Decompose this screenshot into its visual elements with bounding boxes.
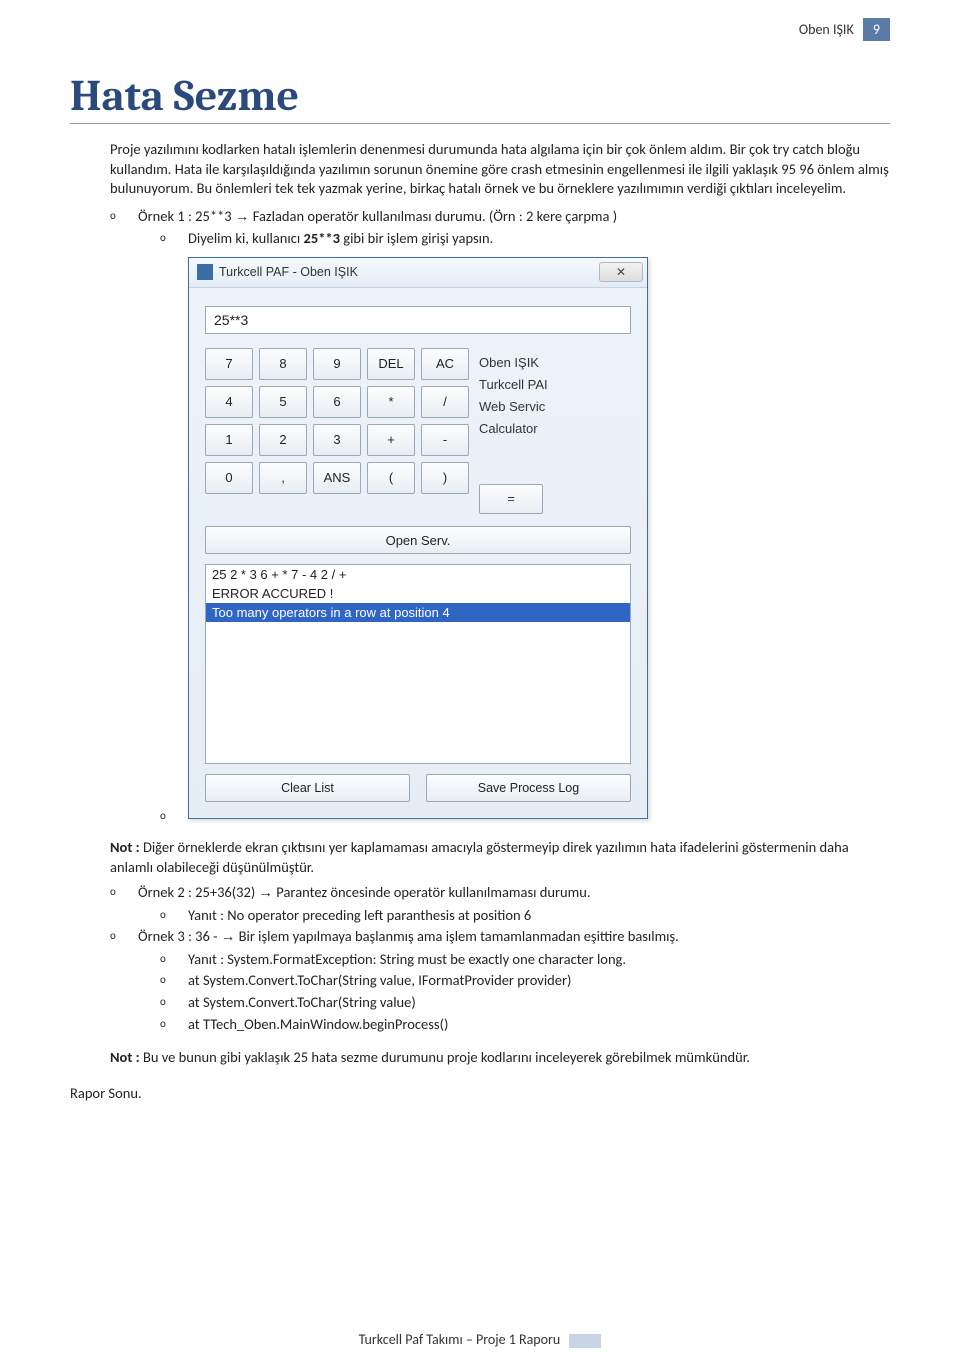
intro-paragraph: Proje yazılımını kodlarken hatalı işleml… (110, 140, 890, 199)
key-comma[interactable]: , (259, 462, 307, 494)
example-3-line: o at TTech_Oben.MainWindow.beginProcess(… (160, 1015, 890, 1035)
report-end: Rapor Sonu. (70, 1084, 890, 1104)
side-line: Oben IŞIK (479, 352, 631, 374)
key-3[interactable]: 3 (313, 424, 361, 456)
log-list[interactable]: 25 2 * 3 6 + * 7 - 4 2 / + ERROR ACCURED… (205, 564, 631, 764)
key-5[interactable]: 5 (259, 386, 307, 418)
calc-display-input[interactable] (205, 306, 631, 334)
bullet-mark: o (110, 927, 138, 948)
key-6[interactable]: 6 (313, 386, 361, 418)
page-footer: Turkcell Paf Takımı – Proje 1 Raporu (0, 1331, 960, 1348)
key-multiply[interactable]: * (367, 386, 415, 418)
key-0[interactable]: 0 (205, 462, 253, 494)
app-icon (197, 264, 213, 280)
arrow-icon: → (259, 885, 274, 901)
open-serv-button[interactable]: Open Serv. (205, 526, 631, 554)
example-3-line: o Yanıt : System.FormatException: String… (160, 950, 890, 970)
note-2: Not : Bu ve bunun gibi yaklaşık 25 hata … (110, 1048, 890, 1068)
keypad: 7 8 9 DEL AC 4 5 6 * / 1 2 3 + - (205, 348, 469, 514)
key-1[interactable]: 1 (205, 424, 253, 456)
key-rparen[interactable]: ) (421, 462, 469, 494)
bullet-mark: o (160, 971, 188, 991)
clear-list-button[interactable]: Clear List (205, 774, 410, 802)
key-8[interactable]: 8 (259, 348, 307, 380)
bullet-mark: o (110, 883, 138, 904)
example-3-line: o at System.Convert.ToChar(String value,… (160, 971, 890, 991)
example-2-response: o Yanıt : No operator preceding left par… (160, 906, 890, 926)
bullet-mark: o (160, 950, 188, 970)
arrow-icon: → (221, 929, 236, 945)
key-divide[interactable]: / (421, 386, 469, 418)
header-author: Oben IŞIK (799, 21, 854, 38)
page-header: Oben IŞIK 9 (799, 18, 890, 41)
close-button[interactable]: ✕ (599, 262, 643, 282)
bullet-mark: o (160, 229, 188, 249)
arrow-icon: → (235, 209, 250, 225)
example-2: o Örnek 2 : 25+36(32) → Parantez öncesin… (110, 883, 890, 904)
bullet-mark: o (160, 807, 188, 824)
side-info: Oben IŞIK Turkcell PAI Web Servic Calcul… (479, 348, 631, 514)
key-ans[interactable]: ANS (313, 462, 361, 494)
key-7[interactable]: 7 (205, 348, 253, 380)
bullet-mark: o (110, 207, 138, 228)
key-lparen[interactable]: ( (367, 462, 415, 494)
key-2[interactable]: 2 (259, 424, 307, 456)
calculator-window: Turkcell PAF - Oben IŞIK ✕ 7 8 9 DEL AC … (188, 257, 648, 819)
bullet-mark: o (160, 993, 188, 1013)
log-row-selected[interactable]: Too many operators in a row at position … (206, 603, 630, 622)
bullet-mark: o (160, 1015, 188, 1035)
example-1: o Örnek 1 : 25**3 → Fazladan operatör ku… (110, 207, 890, 228)
key-minus[interactable]: - (421, 424, 469, 456)
titlebar: Turkcell PAF - Oben IŞIK ✕ (189, 258, 647, 288)
example-1-sub: o Diyelim ki, kullanıcı 25**3 gibi bir i… (160, 229, 890, 249)
log-row[interactable]: ERROR ACCURED ! (206, 584, 630, 603)
side-line: Turkcell PAI (479, 374, 631, 396)
key-9[interactable]: 9 (313, 348, 361, 380)
example-3-line: o at System.Convert.ToChar(String value) (160, 993, 890, 1013)
footer-badge (569, 1334, 601, 1348)
note-1: Not : Diğer örneklerde ekran çıktısını y… (110, 838, 890, 877)
side-line: Calculator (479, 418, 631, 440)
page-number: 9 (863, 18, 890, 41)
side-line: Web Servic (479, 396, 631, 418)
save-log-button[interactable]: Save Process Log (426, 774, 631, 802)
bullet-mark: o (160, 906, 188, 926)
key-ac[interactable]: AC (421, 348, 469, 380)
key-4[interactable]: 4 (205, 386, 253, 418)
close-icon: ✕ (616, 265, 626, 279)
page-title: Hata Sezme (70, 70, 890, 124)
key-equals[interactable]: = (479, 484, 543, 514)
window-title: Turkcell PAF - Oben IŞIK (219, 265, 358, 279)
key-del[interactable]: DEL (367, 348, 415, 380)
key-plus[interactable]: + (367, 424, 415, 456)
example-3: o Örnek 3 : 36 - → Bir işlem yapılmaya b… (110, 927, 890, 948)
log-row[interactable]: 25 2 * 3 6 + * 7 - 4 2 / + (206, 565, 630, 584)
screenshot-bullet: o (160, 807, 890, 824)
